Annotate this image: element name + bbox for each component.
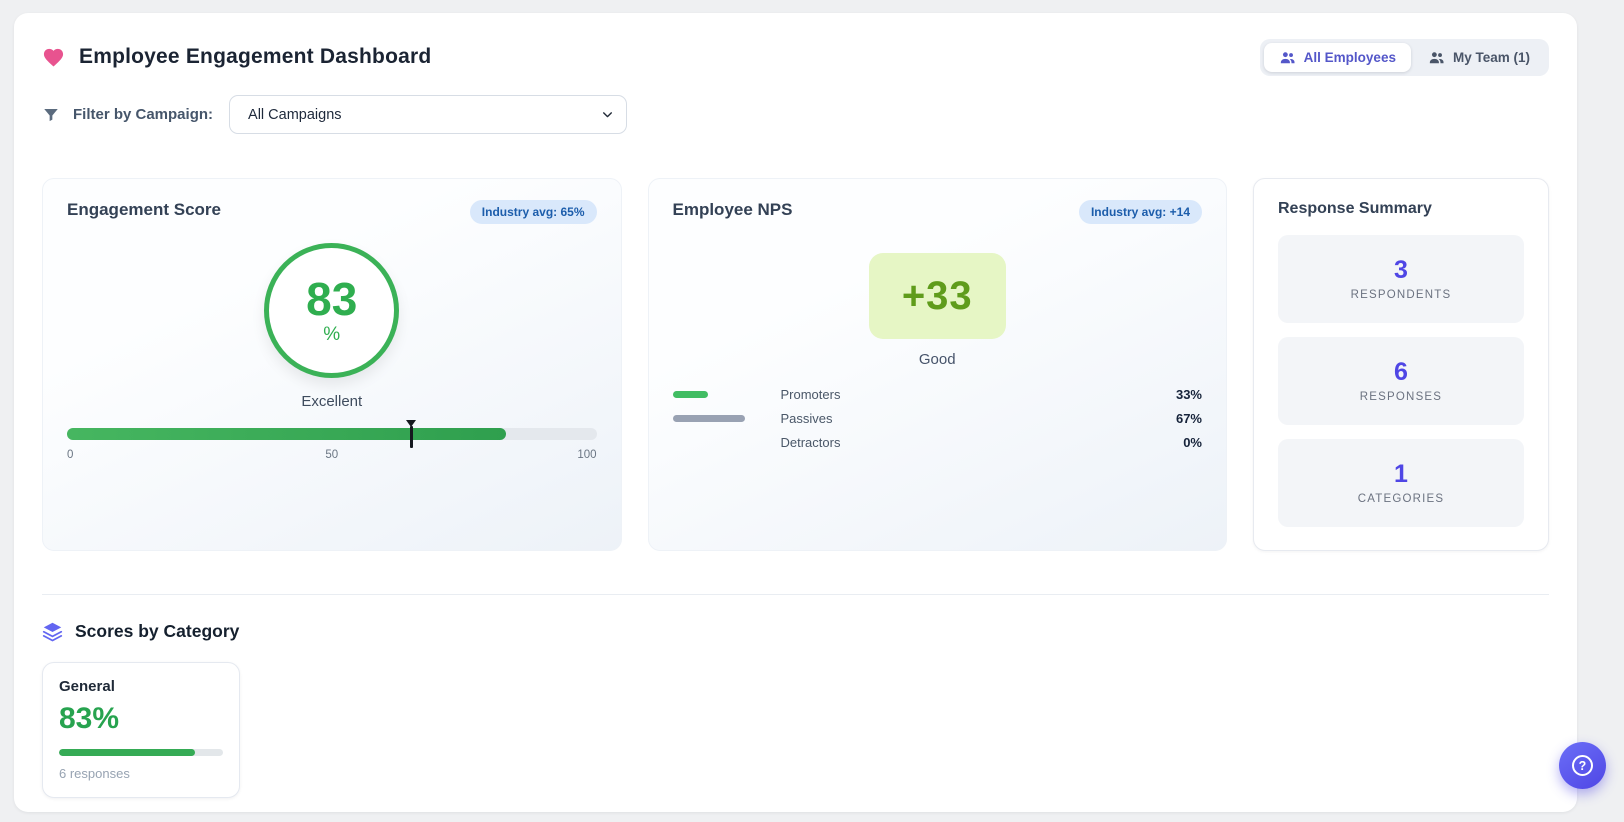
heart-icon bbox=[43, 48, 64, 66]
nps-score-value: +33 bbox=[901, 273, 973, 318]
category-card-general: General 83% 6 responses bbox=[42, 662, 240, 798]
legend-row-promoters: Promoters 33% bbox=[672, 382, 1202, 406]
campaign-select-wrap: All Campaigns bbox=[229, 95, 628, 134]
stat-respondents: 3 RESPONDENTS bbox=[1278, 235, 1524, 323]
scale-min: 0 bbox=[67, 449, 74, 461]
promoters-bar bbox=[672, 390, 709, 398]
responses-label: RESPONSES bbox=[1359, 390, 1443, 403]
scores-section-title: Scores by Category bbox=[75, 620, 240, 641]
passives-bar bbox=[672, 414, 745, 422]
engagement-score-unit: % bbox=[323, 323, 341, 345]
filter-row: Filter by Campaign: All Campaigns bbox=[42, 95, 1549, 134]
scores-section-header: Scores by Category bbox=[42, 618, 1549, 644]
summary-card-title: Response Summary bbox=[1278, 200, 1432, 217]
legend-row-detractors: Detractors 0% bbox=[673, 430, 1203, 454]
passives-value: 67% bbox=[1175, 410, 1202, 426]
all-employees-button[interactable]: All Employees bbox=[1263, 42, 1411, 72]
nps-card-title: Employee NPS bbox=[672, 200, 793, 219]
response-summary-card: Response Summary 3 RESPONDENTS 6 RESPONS… bbox=[1253, 178, 1549, 551]
nps-rating: Good bbox=[918, 351, 956, 368]
engagement-score-card: Engagement Score Industry avg: 65% 83 % … bbox=[42, 178, 622, 551]
category-responses: 6 responses bbox=[59, 766, 130, 781]
industry-avg-badge: Industry avg: +14 bbox=[1078, 200, 1202, 224]
respondents-value: 3 bbox=[1394, 255, 1408, 284]
stat-responses: 6 RESPONSES bbox=[1278, 337, 1524, 425]
engagement-card-title: Engagement Score bbox=[67, 200, 221, 219]
section-divider bbox=[42, 594, 1549, 595]
employee-nps-card: Employee NPS Industry avg: +14 +33 Good … bbox=[647, 178, 1227, 551]
engagement-score-value: 83 bbox=[306, 272, 358, 325]
detractors-value: 0% bbox=[1183, 434, 1202, 450]
passives-label: Passives bbox=[780, 410, 833, 426]
kpi-cards-row: Engagement Score Industry avg: 65% 83 % … bbox=[42, 178, 1549, 551]
summary-stats: 3 RESPONDENTS 6 RESPONSES 1 CATEGORIES bbox=[1278, 235, 1524, 527]
filter-label: Filter by Campaign: bbox=[73, 106, 214, 123]
brand: Employee Engagement Dashboard bbox=[42, 45, 431, 69]
promoters-label: Promoters bbox=[780, 386, 841, 402]
my-team-label: My Team (1) bbox=[1452, 49, 1530, 65]
industry-avg-badge: Industry avg: 65% bbox=[469, 200, 597, 224]
users-icon bbox=[1280, 51, 1295, 63]
my-team-button[interactable]: My Team (1) bbox=[1413, 43, 1545, 72]
detractors-label: Detractors bbox=[780, 434, 841, 450]
scale-max: 100 bbox=[577, 449, 597, 461]
scale-labels: 0 50 100 bbox=[67, 449, 597, 461]
category-score: 83% bbox=[59, 702, 120, 735]
nps-score-box: +33 bbox=[868, 253, 1006, 339]
engagement-rating: Excellent bbox=[301, 393, 363, 410]
scale-mid: 50 bbox=[325, 449, 339, 461]
question-mark-icon: ? bbox=[1572, 755, 1593, 776]
stat-categories: 1 CATEGORIES bbox=[1278, 439, 1524, 527]
header: Employee Engagement Dashboard All Employ… bbox=[42, 13, 1549, 77]
legend-row-passives: Passives 67% bbox=[672, 406, 1202, 430]
engagement-progress-fill bbox=[67, 428, 507, 440]
campaign-select[interactable]: All Campaigns bbox=[229, 95, 628, 134]
engagement-gauge: 83 % bbox=[264, 243, 400, 378]
layers-icon bbox=[42, 621, 63, 642]
categories-label: CATEGORIES bbox=[1357, 492, 1445, 505]
filter-icon bbox=[42, 106, 60, 124]
help-button[interactable]: ? bbox=[1559, 742, 1606, 789]
category-progress-bar bbox=[59, 749, 223, 756]
nps-legend: Promoters 33% Passives 67% Detractors 0% bbox=[672, 382, 1203, 454]
page-title: Employee Engagement Dashboard bbox=[79, 45, 432, 68]
industry-avg-marker bbox=[406, 420, 417, 448]
respondents-label: RESPONDENTS bbox=[1350, 288, 1452, 301]
engagement-progress-bar bbox=[67, 420, 597, 448]
responses-value: 6 bbox=[1394, 357, 1408, 386]
view-toggle-group: All Employees My Team (1) bbox=[1259, 38, 1549, 76]
category-progress-fill bbox=[59, 749, 196, 756]
all-employees-label: All Employees bbox=[1303, 49, 1396, 65]
category-name: General bbox=[59, 678, 115, 695]
categories-value: 1 bbox=[1394, 459, 1408, 488]
dashboard-panel: Employee Engagement Dashboard All Employ… bbox=[14, 13, 1577, 812]
promoters-value: 33% bbox=[1175, 386, 1202, 402]
users-icon bbox=[1429, 51, 1444, 63]
